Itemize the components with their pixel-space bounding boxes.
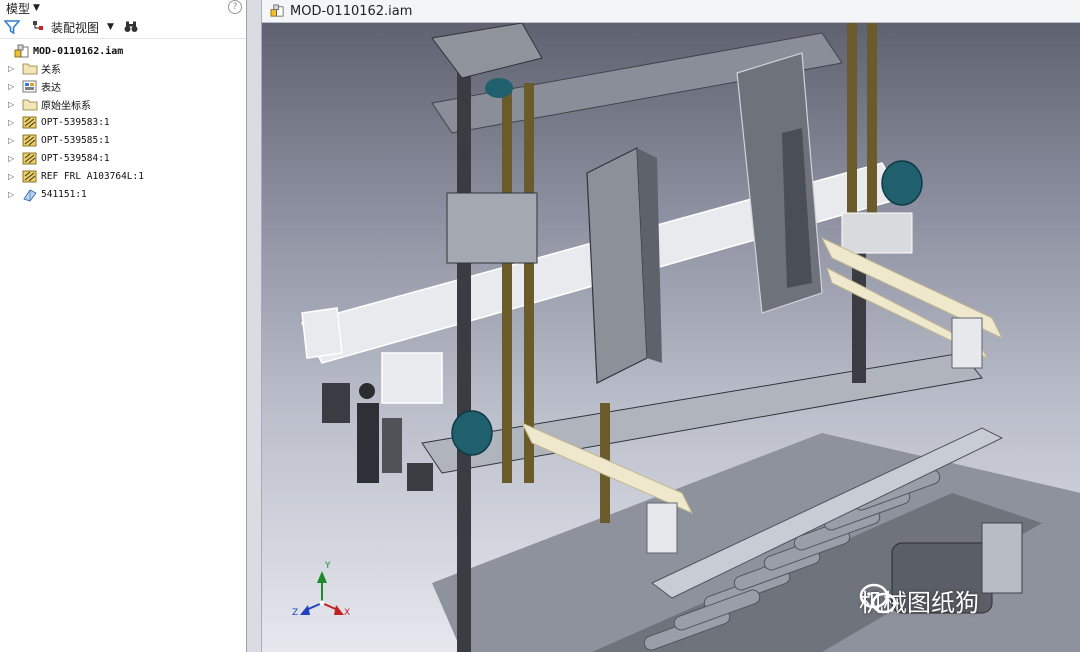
tree-item-representations[interactable]: ▷ 表达	[0, 77, 246, 95]
expand-arrow-icon[interactable]: ▷	[8, 136, 22, 145]
expand-arrow-icon[interactable]: ▷	[8, 190, 22, 199]
wechat-icon	[859, 583, 897, 614]
browser-toolbar: 装配视图 ▼	[0, 16, 246, 39]
tree-item-subassembly[interactable]: ▷ OPT-539584:1	[0, 149, 246, 167]
gearbox-motor	[485, 78, 513, 98]
root-assembly-name: MOD-0110162.iam	[33, 45, 124, 57]
assembly-view-icon	[33, 21, 43, 30]
representations-icon	[22, 80, 37, 92]
axis-y-label: Y	[325, 561, 331, 571]
pulley-bracket	[646, 502, 678, 554]
browser-title: 模型	[6, 1, 31, 16]
tree-item-part[interactable]: ▷ 541151:1	[0, 185, 246, 203]
end-bracket	[301, 307, 343, 359]
panel-splitter[interactable]	[247, 0, 261, 652]
axis-triad	[300, 571, 344, 615]
expand-arrow-icon[interactable]: ▷	[8, 100, 22, 109]
tree-item-subassembly[interactable]: ▷ REF FRL A103764L:1	[0, 167, 246, 185]
junction-box	[381, 352, 443, 404]
tree-item-label: 关系	[41, 64, 61, 76]
vertical-rail	[524, 83, 534, 483]
subassembly-icon	[22, 134, 37, 146]
assembly-icon	[270, 4, 284, 17]
carriage-block	[446, 192, 538, 264]
pulley-bracket	[951, 317, 983, 369]
chevron-down-icon: ▼	[33, 3, 40, 13]
tree-item-label: 表达	[41, 82, 61, 94]
subassembly-icon	[22, 116, 37, 128]
browser-title-dropdown[interactable]: 模型 ▼	[0, 0, 246, 16]
tree-item-label: 原始坐标系	[41, 100, 91, 112]
axis-x-label: X	[344, 608, 351, 618]
document-tab-bar: MOD-0110162.iam	[262, 0, 1080, 23]
assembly-model-render	[300, 23, 1080, 652]
document-tab[interactable]: MOD-0110162.iam	[262, 4, 412, 19]
gearbox-motor	[451, 410, 493, 456]
vertical-rail	[867, 23, 877, 223]
tree-item-label: OPT-539584:1	[41, 152, 110, 164]
model-browser: 模型 ▼ ? 装配视图 ▼ MOD-0110162.iam ▷ 关系 ▷ 表达 …	[0, 0, 247, 652]
vertical-rail	[847, 23, 857, 223]
vertical-rail	[502, 83, 512, 483]
assembly-icon	[14, 44, 29, 57]
part-icon	[23, 188, 37, 201]
watermark: 机械图纸狗	[859, 583, 979, 618]
tree-item-relationships[interactable]: ▷ 关系	[0, 59, 246, 77]
tree-root[interactable]: MOD-0110162.iam	[0, 43, 246, 59]
graphics-window: MOD-0110162.iam Y X Z 机械图纸狗	[261, 0, 1080, 652]
top-plate	[431, 23, 543, 79]
expand-arrow-icon[interactable]: ▷	[8, 64, 22, 73]
carriage-block	[841, 212, 913, 254]
folder-icon	[22, 63, 38, 74]
model-tree: MOD-0110162.iam ▷ 关系 ▷ 表达 ▷ 原始坐标系 ▷ OPT-…	[0, 39, 246, 203]
expand-arrow-icon[interactable]: ▷	[8, 82, 22, 91]
expand-arrow-icon[interactable]: ▷	[8, 172, 22, 181]
binoculars-icon[interactable]	[124, 20, 138, 34]
tree-item-label: 541151:1	[41, 188, 87, 200]
motor-gearbox	[981, 522, 1023, 594]
gearbox-motor	[881, 160, 923, 206]
document-tab-title: MOD-0110162.iam	[290, 3, 413, 19]
subassembly-icon	[22, 170, 37, 182]
help-icon[interactable]: ?	[228, 0, 242, 14]
tree-item-label: REF FRL A103764L:1	[41, 170, 144, 182]
vertical-post	[457, 63, 471, 652]
chevron-down-icon[interactable]: ▼	[107, 22, 114, 32]
tree-item-origin[interactable]: ▷ 原始坐标系	[0, 95, 246, 113]
expand-arrow-icon[interactable]: ▷	[8, 154, 22, 163]
tree-item-label: OPT-539583:1	[41, 116, 110, 128]
axis-z-label: Z	[292, 608, 299, 618]
expand-arrow-icon[interactable]: ▷	[8, 118, 22, 127]
tree-item-label: OPT-539585:1	[41, 134, 110, 146]
gripper-tower	[586, 147, 648, 384]
tree-item-subassembly[interactable]: ▷ OPT-539585:1	[0, 131, 246, 149]
subassembly-icon	[22, 152, 37, 164]
tree-item-subassembly[interactable]: ▷ OPT-539583:1	[0, 113, 246, 131]
assembly-view-label: 装配视图	[51, 20, 100, 35]
folder-icon	[22, 99, 38, 110]
filter-icon[interactable]	[4, 19, 20, 35]
assembly-view-button[interactable]: 装配视图	[32, 19, 99, 36]
3d-canvas[interactable]: Y X Z 机械图纸狗	[262, 23, 1080, 652]
